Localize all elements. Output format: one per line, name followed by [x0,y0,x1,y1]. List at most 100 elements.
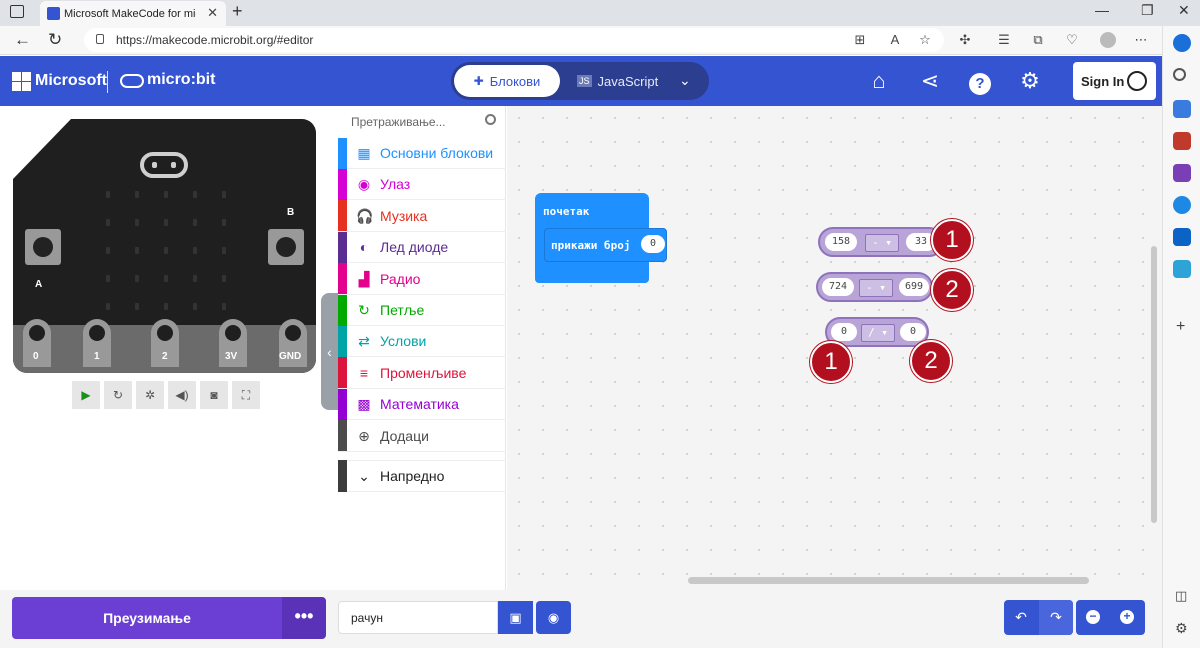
show-number-label: прикажи број [551,239,631,252]
tab-blocks[interactable]: ✚ Блокови [454,65,560,97]
math-operator-dropdown[interactable]: / ▾ [861,324,895,342]
redo-icon[interactable]: ↷ [1047,608,1065,626]
microbit-brand[interactable]: micro:bit [147,71,215,89]
blocks-workspace[interactable]: почетак прикажи број 0 158 - ▾ 33 724 - … [507,106,1162,590]
toolbox-category[interactable]: ↻ Петље [338,294,506,326]
close-tab-icon[interactable]: ✕ [207,5,218,21]
tools-icon[interactable] [1173,132,1191,150]
math-block[interactable]: 724 - ▾ 699 [816,272,933,302]
github-icon[interactable]: ◉ [536,601,571,634]
math-right-value[interactable]: 0 [900,323,926,341]
profile-icon[interactable] [1100,32,1116,48]
more-menu-icon[interactable]: ⋯ [1133,32,1149,48]
shopping-icon[interactable] [1173,100,1191,118]
fullscreen-icon[interactable]: ⛶ [232,381,260,409]
toolbox-category[interactable]: ⊕ Додаци [338,420,506,452]
browser-essentials-icon[interactable]: ♡ [1064,32,1080,48]
collections-icon[interactable]: ⧉ [1030,32,1046,48]
toolbox-category[interactable]: 🎧 Музика [338,200,506,232]
microsoft-brand[interactable]: Microsoft [35,72,107,90]
math-block[interactable]: 158 - ▾ 33 [818,227,944,257]
toolbox-category[interactable]: ⇄ Услови [338,325,506,358]
project-name-input[interactable]: рачун [338,601,498,634]
category-label: Додаци [380,427,429,444]
math-left-value[interactable]: 158 [825,233,857,251]
sound-icon[interactable]: ◀) [168,381,196,409]
new-tab-button[interactable]: + [232,1,243,22]
url-field[interactable]: https://makecode.microbit.org/#editor [84,28,944,52]
close-window-icon[interactable]: ✕ [1178,2,1190,19]
play-icon[interactable]: ▶ [72,381,100,409]
on-start-block[interactable]: почетак прикажи број 0 [535,193,667,283]
toolbox-category[interactable]: ▦ Основни блокови [338,137,506,169]
favorites-icon[interactable]: ☰ [996,32,1012,48]
vertical-scrollbar[interactable] [1151,246,1157,523]
search-icon[interactable] [1173,68,1186,81]
show-number-value[interactable]: 0 [641,235,665,253]
sign-in-button[interactable]: Sign In [1073,62,1156,100]
download-button[interactable]: Преузимање [12,597,282,639]
simulator-toolbar: ▶ ↻ ✲ ◀) ◙ ⛶ [72,381,260,409]
toolbox-category[interactable]: ▟ Радио [338,263,506,295]
maximize-icon[interactable]: ❐ [1141,2,1154,19]
favorite-star-icon[interactable]: ☆ [917,32,933,48]
minimize-icon[interactable]: — [1095,2,1109,18]
toolbox-search-input[interactable]: Претраживање... [338,106,506,138]
zoom-group: − + [1076,600,1145,635]
undo-icon[interactable]: ↶ [1012,608,1030,626]
tab-javascript[interactable]: JS JavaScript [577,65,658,97]
horizontal-scrollbar[interactable] [688,577,1089,584]
download-more-button[interactable]: ••• [282,597,326,639]
search-icon[interactable] [485,114,496,125]
help-icon[interactable]: ? [967,68,993,95]
redo-button[interactable]: ↷ [1039,600,1073,635]
outlook-icon[interactable] [1173,228,1191,246]
math-right-value[interactable]: 699 [899,278,929,296]
toolbox-category[interactable]: ▩ Математика [338,388,506,421]
read-aloud-icon[interactable]: A [887,32,903,48]
add-panel-icon[interactable]: + [1176,318,1185,336]
screenshot-icon[interactable]: ◙ [200,381,228,409]
category-label: Услови [380,333,427,350]
chevron-down-icon[interactable]: ⌄ [679,72,691,89]
drop-icon[interactable] [1173,260,1191,278]
toggle-icon: ◐ [359,239,369,256]
extensions-icon[interactable]: ✣ [957,32,973,48]
home-icon[interactable]: ⌂ [866,68,892,94]
copilot-icon[interactable] [1173,34,1191,52]
gear-icon[interactable]: ⚙ [1017,68,1043,94]
toolbox-category[interactable]: ◉ Улаз [338,168,506,201]
games-icon[interactable] [1173,164,1191,182]
collapse-simulator-button[interactable]: ‹ [321,293,338,410]
math-operator-dropdown[interactable]: - ▾ [865,234,899,252]
save-icon[interactable]: ▣ [498,601,533,634]
zoom-out-icon[interactable]: − [1086,610,1100,624]
browser-tab-bar: Microsoft MakeCode for micro:bit ✕ + — ❐… [0,0,1200,26]
toolbox-category[interactable]: ◐ Лед диоде [338,231,506,264]
editor-toggle: ✚ Блокови JS JavaScript ⌄ [451,62,709,100]
browser-tab[interactable]: Microsoft MakeCode for micro:bit ✕ [40,1,226,26]
sidebar-settings-icon[interactable]: ⚙ [1175,620,1188,637]
zoom-in-icon[interactable]: + [1120,610,1134,624]
refresh-icon[interactable]: ↻ [48,30,62,50]
restart-icon[interactable]: ↻ [104,381,132,409]
apps-icon[interactable]: ⊞ [852,32,868,48]
hide-sidebar-icon[interactable]: ◫ [1175,588,1187,604]
pin-label: 2 [162,351,168,362]
debug-icon[interactable]: ✲ [136,381,164,409]
math-left-value[interactable]: 0 [831,323,857,341]
button-a[interactable] [25,229,61,265]
button-b[interactable] [268,229,304,265]
category-color-bar [338,263,347,295]
math-left-value[interactable]: 724 [822,278,854,296]
search-placeholder: Претраживање... [351,115,446,129]
share-icon[interactable]: ⋖ [917,68,943,94]
microsoft-365-icon[interactable] [1173,196,1191,214]
category-advanced[interactable]: ⌄ Напредно [338,460,506,492]
back-icon[interactable]: ← [14,30,31,50]
tab-actions-icon[interactable] [10,5,24,18]
math-operator-dropdown[interactable]: - ▾ [859,279,893,297]
pin-label: 3V [225,351,238,362]
show-number-block[interactable]: прикажи број 0 [544,228,667,262]
toolbox-category[interactable]: ≡ Променљиве [338,357,506,389]
